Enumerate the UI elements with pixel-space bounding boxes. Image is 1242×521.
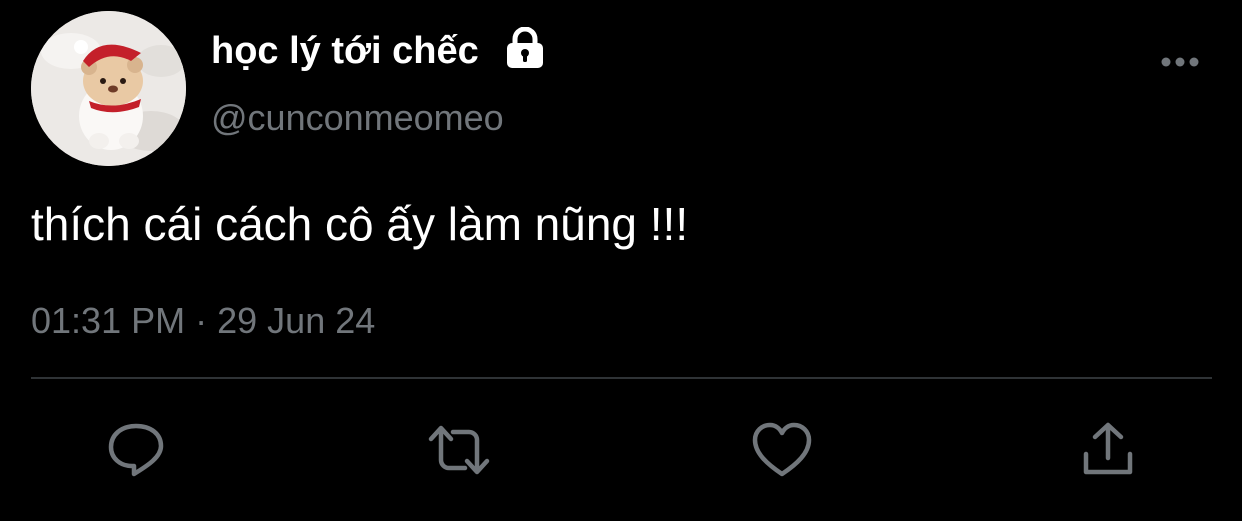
tweet-timestamp[interactable]: 01:31 PM · 29 Jun 24 (31, 300, 375, 342)
tweet-time: 01:31 PM (31, 300, 186, 341)
user-handle[interactable]: @cunconmeomeo (211, 96, 504, 140)
avatar[interactable] (31, 11, 186, 166)
retweet-icon (428, 425, 490, 475)
divider (31, 377, 1212, 379)
retweet-button[interactable] (427, 420, 491, 480)
share-button[interactable] (1076, 420, 1140, 480)
like-button[interactable] (750, 420, 814, 480)
tweet-date: 29 Jun 24 (217, 300, 376, 341)
tweet-card: học lý tới chếc @cunconmeomeo thích cái … (0, 0, 1242, 521)
display-name[interactable]: học lý tới chếc (211, 28, 479, 74)
heart-icon (752, 422, 812, 477)
reply-button[interactable] (104, 420, 168, 480)
meta-separator: · (195, 300, 208, 341)
lock-icon (507, 27, 543, 68)
snow-bear-avatar-image (31, 11, 186, 166)
share-icon (1083, 422, 1133, 475)
reply-icon (108, 423, 164, 477)
more-options-icon[interactable] (1156, 52, 1204, 72)
tweet-text: thích cái cách cô ấy làm nũng !!! (31, 198, 689, 250)
